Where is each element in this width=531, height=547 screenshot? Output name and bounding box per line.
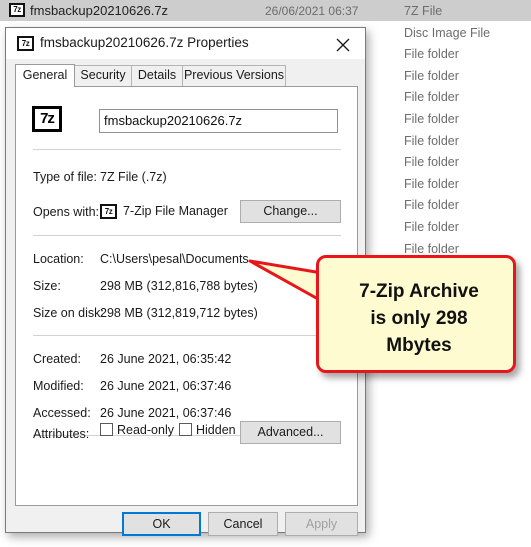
change-button[interactable]: Change... bbox=[240, 200, 341, 223]
accessed-value: 26 June 2021, 06:37:46 bbox=[100, 406, 232, 420]
opens-with-label: Opens with: bbox=[33, 205, 100, 219]
separator-1 bbox=[33, 149, 341, 150]
tab-general[interactable]: General bbox=[15, 64, 75, 87]
file-type-cell: 7Z File bbox=[404, 4, 443, 18]
file-type-cell: File folder bbox=[404, 133, 459, 148]
callout-text: 7-Zip Archive is only 298 Mbytes bbox=[319, 278, 519, 359]
opens-with-value: 7-Zip File Manager bbox=[123, 204, 228, 218]
created-label: Created: bbox=[33, 352, 81, 366]
dialog-title: fmsbackup20210626.7z Properties bbox=[40, 35, 249, 50]
7z-app-icon: 7z bbox=[100, 204, 117, 219]
tab-previous-versions[interactable]: Previous Versions bbox=[182, 65, 286, 86]
file-type-cell: File folder bbox=[404, 47, 459, 62]
file-type-cell: File folder bbox=[404, 220, 459, 234]
location-label: Location: bbox=[33, 252, 84, 266]
location-value: C:\Users\pesal\Documents bbox=[100, 252, 249, 266]
apply-button: Apply bbox=[285, 512, 358, 536]
attributes-label: Attributes: bbox=[33, 427, 90, 441]
readonly-checkbox[interactable]: Read-only bbox=[100, 423, 174, 437]
file-type-cell: Disc Image File bbox=[404, 25, 491, 40]
dialog-titlebar: 7z fmsbackup20210626.7z Properties bbox=[6, 28, 365, 59]
file-list-row[interactable]: 7z fmsbackup20210626.7z 26/06/2021 06:37 7Z… bbox=[0, 0, 531, 21]
screenshot-root: 7z fmsbackup20210626.7z 26/06/2021 06:37 7Z… bbox=[0, 0, 531, 547]
size-value: 298 MB (312,816,788 bytes) bbox=[100, 279, 258, 293]
accessed-label: Accessed: bbox=[33, 406, 91, 420]
7z-file-icon: 7z bbox=[17, 36, 34, 51]
ok-button[interactable]: OK bbox=[122, 512, 201, 536]
file-type-cell: File folder bbox=[404, 112, 459, 126]
7z-file-icon-large: 7z bbox=[32, 106, 62, 132]
close-icon bbox=[336, 38, 350, 52]
checkbox-box-readonly[interactable] bbox=[100, 423, 113, 436]
separator-3 bbox=[33, 335, 341, 336]
tab-strip: General Security Details Previous Versions bbox=[15, 64, 358, 87]
file-type-cell: File folder bbox=[404, 68, 459, 83]
type-of-file-label: Type of file: bbox=[33, 170, 97, 184]
callout-line-1: 7-Zip Archive bbox=[359, 281, 479, 302]
modified-value: 26 June 2021, 06:37:46 bbox=[100, 379, 232, 393]
file-date-cell: 26/06/2021 06:37 bbox=[265, 4, 359, 18]
annotation-callout: 7-Zip Archive is only 298 Mbytes bbox=[316, 255, 516, 373]
size-label: Size: bbox=[33, 279, 61, 293]
type-of-file-value: 7Z File (.7z) bbox=[100, 170, 167, 184]
created-value: 26 June 2021, 06:35:42 bbox=[100, 352, 232, 366]
tab-security[interactable]: Security bbox=[74, 65, 132, 86]
callout-line-3: Mbytes bbox=[386, 335, 452, 356]
size-on-disk-value: 298 MB (312,819,712 bytes) bbox=[100, 306, 258, 320]
hidden-label: Hidden bbox=[196, 423, 236, 437]
checkbox-box-hidden[interactable] bbox=[179, 423, 192, 436]
7z-file-icon: 7z bbox=[9, 3, 25, 17]
filename-input[interactable]: fmsbackup20210626.7z bbox=[99, 109, 338, 133]
callout-line-2: is only 298 bbox=[370, 308, 468, 329]
advanced-button[interactable]: Advanced... bbox=[240, 421, 341, 444]
close-button[interactable] bbox=[321, 28, 365, 59]
separator-2 bbox=[33, 235, 341, 236]
modified-label: Modified: bbox=[33, 379, 84, 393]
file-type-cell: File folder bbox=[404, 155, 459, 170]
size-on-disk-label: Size on disk: bbox=[33, 306, 104, 320]
file-type-cell: File folder bbox=[404, 90, 459, 105]
file-type-cell: File folder bbox=[404, 176, 459, 191]
tab-details[interactable]: Details bbox=[131, 65, 183, 86]
file-type-cell: File folder bbox=[404, 241, 459, 256]
file-type-cell: File folder bbox=[404, 198, 459, 213]
file-name-cell: fmsbackup20210626.7z bbox=[30, 3, 169, 18]
hidden-checkbox[interactable]: Hidden bbox=[179, 423, 236, 437]
cancel-button[interactable]: Cancel bbox=[208, 512, 278, 536]
readonly-label: Read-only bbox=[117, 423, 174, 437]
